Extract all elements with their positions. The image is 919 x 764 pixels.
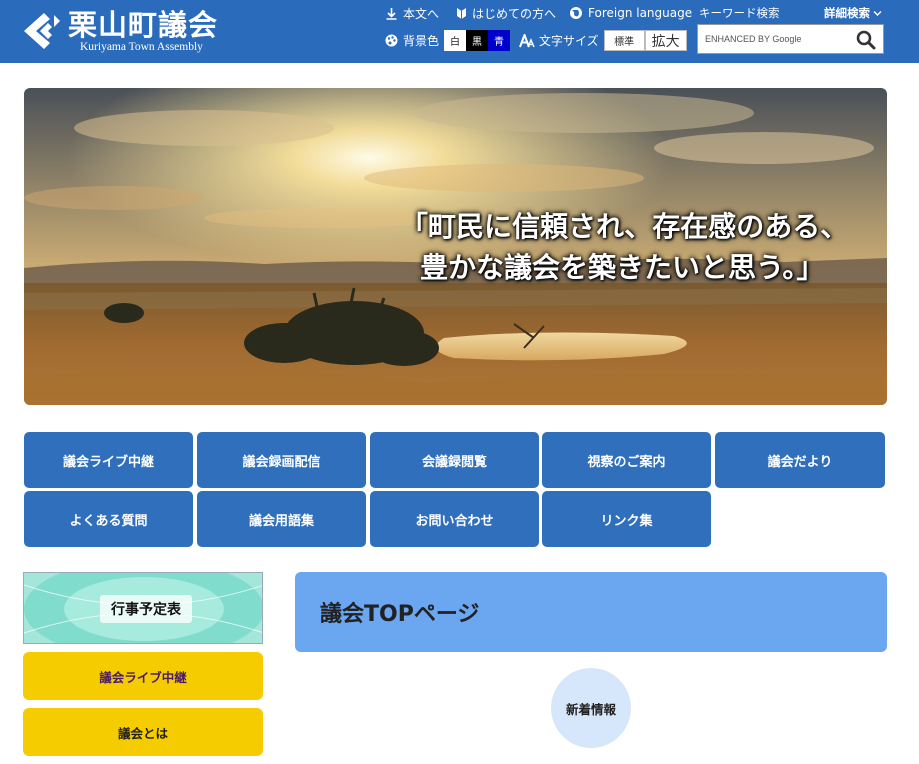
foreign-language-label: Foreign language xyxy=(588,6,693,20)
background-color-label: 背景色 xyxy=(403,34,440,48)
download-arrow-icon xyxy=(386,7,397,20)
calendar-label: 行事予定表 xyxy=(100,595,192,623)
foreign-language-link[interactable]: Foreign language xyxy=(569,4,692,22)
hero-catchphrase: 「町民に信頼され、存在感のある、 豊かな議会を築きたいと思う。」 xyxy=(400,206,880,288)
search-input[interactable] xyxy=(705,26,855,52)
search-icon[interactable] xyxy=(856,30,876,50)
page-title-box: 議会TOPページ xyxy=(295,572,887,652)
bg-black-button[interactable]: 黒 xyxy=(466,30,489,51)
background-color-switcher: 背景色 白 黒 青 xyxy=(385,30,511,51)
event-calendar-banner[interactable]: 行事予定表 xyxy=(23,572,263,644)
nav-minutes[interactable]: 会議録閲覧 xyxy=(370,432,539,488)
nav-newsletter[interactable]: 議会だより xyxy=(715,432,885,488)
first-time-label: はじめての方へ xyxy=(472,6,557,21)
nav-contact[interactable]: お問い合わせ xyxy=(370,491,539,547)
sidebar-about-button[interactable]: 議会とは xyxy=(23,708,263,756)
globe-icon xyxy=(570,7,582,19)
site-search: キーワード検索 詳細検索 xyxy=(697,4,884,54)
bg-white-button[interactable]: 白 xyxy=(444,30,467,51)
catch-line-2: 豊かな議会を築きたいと思う。」 xyxy=(420,251,825,284)
nav-glossary[interactable]: 議会用語集 xyxy=(197,491,366,547)
logo-title: 栗山町議会 xyxy=(68,7,219,42)
chevron-down-icon xyxy=(873,10,882,16)
kuriyama-emblem-icon xyxy=(24,13,60,49)
nav-inspection-guide[interactable]: 視察のご案内 xyxy=(542,432,711,488)
nav-live-broadcast[interactable]: 議会ライブ中継 xyxy=(24,432,193,488)
first-time-link[interactable]: はじめての方へ xyxy=(456,4,556,22)
site-logo[interactable]: 栗山町議会 Kuriyama Town Assembly xyxy=(22,5,218,57)
hero-banner: 「町民に信頼され、存在感のある、 豊かな議会を築きたいと思う。」 xyxy=(24,88,887,405)
font-standard-button[interactable]: 標準 xyxy=(603,30,645,51)
nav-recorded-video[interactable]: 議会録画配信 xyxy=(197,432,366,488)
nav-faq[interactable]: よくある質問 xyxy=(24,491,193,547)
font-size-label: 文字サイズ xyxy=(539,34,599,48)
font-size-switcher: 文字サイズ 標準 拡大 xyxy=(519,30,687,51)
keyword-search-label: キーワード検索 xyxy=(699,6,780,20)
palette-icon xyxy=(385,34,398,47)
page-title: 議会TOPページ xyxy=(320,602,480,627)
advanced-search-label: 詳細検索 xyxy=(824,6,870,20)
advanced-search-link[interactable]: 詳細検索 xyxy=(824,5,882,21)
sidebar-live-button[interactable]: 議会ライブ中継 xyxy=(23,652,263,700)
skip-to-main-label: 本文へ xyxy=(403,6,440,21)
skip-to-main-link[interactable]: 本文へ xyxy=(385,4,439,22)
logo-subtitle: Kuriyama Town Assembly xyxy=(80,40,203,53)
beginner-mark-icon xyxy=(457,7,466,19)
nav-links[interactable]: リンク集 xyxy=(542,491,711,547)
font-large-button[interactable]: 拡大 xyxy=(644,30,687,51)
bg-blue-button[interactable]: 青 xyxy=(488,30,511,51)
catch-line-1: 「町民に信頼され、存在感のある、 xyxy=(400,210,849,243)
site-header: 栗山町議会 Kuriyama Town Assembly 本文へ はじめての方へ… xyxy=(0,0,919,63)
news-heading: 新着情報 xyxy=(551,668,631,748)
font-size-icon xyxy=(519,33,535,47)
